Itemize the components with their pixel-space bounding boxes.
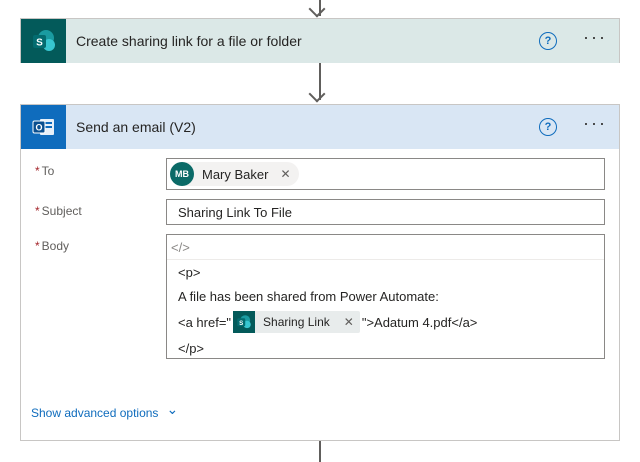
step-send-email: O Send an email (V2) ? ··· * To MB Mary B… bbox=[20, 104, 620, 441]
chevron-down-icon: ⌄ bbox=[166, 401, 179, 417]
remove-token-icon[interactable]: ✕ bbox=[344, 315, 354, 329]
sharepoint-icon: S bbox=[21, 19, 66, 63]
to-label-text: To bbox=[41, 164, 55, 178]
help-icon[interactable]: ? bbox=[539, 32, 558, 50]
token-label: Sharing Link bbox=[263, 315, 330, 329]
arrow-down-icon bbox=[308, 0, 326, 18]
step-header[interactable]: O Send an email (V2) ? ··· bbox=[21, 105, 619, 149]
svg-text:S: S bbox=[36, 38, 43, 49]
more-options-icon[interactable]: ··· bbox=[583, 28, 607, 50]
recipient-token[interactable]: MB Mary Baker ✕ bbox=[170, 162, 299, 186]
body-line: <p> bbox=[178, 265, 201, 280]
advanced-options-label: Show advanced options bbox=[31, 405, 159, 420]
required-mark: * bbox=[35, 164, 40, 178]
required-mark: * bbox=[35, 239, 40, 253]
body-text-segment: <a href=" bbox=[178, 314, 232, 330]
step-title: Create sharing link for a file or folder bbox=[76, 33, 302, 49]
subject-value: Sharing Link To File bbox=[178, 204, 292, 220]
subject-label-text: Subject bbox=[41, 204, 82, 218]
subject-field[interactable]: Sharing Link To File bbox=[166, 199, 605, 225]
sharepoint-icon: S bbox=[233, 311, 256, 333]
body-editor[interactable]: </> <p> A file has been shared from Powe… bbox=[166, 234, 605, 359]
subject-label: * Subject bbox=[35, 204, 82, 218]
body-line: A file has been shared from Power Automa… bbox=[178, 289, 439, 304]
remove-recipient-icon[interactable]: ✕ bbox=[280, 167, 290, 181]
show-advanced-options-link[interactable]: Show advanced options ⌄ bbox=[31, 401, 179, 421]
code-view-icon[interactable]: </> bbox=[171, 240, 190, 255]
avatar: MB bbox=[170, 162, 194, 186]
svg-text:O: O bbox=[35, 123, 42, 133]
help-icon[interactable]: ? bbox=[539, 118, 558, 136]
recipient-name: Mary Baker bbox=[202, 166, 269, 182]
required-mark: * bbox=[35, 204, 40, 218]
body-label: * Body bbox=[35, 239, 69, 253]
to-field[interactable]: MB Mary Baker ✕ bbox=[166, 158, 605, 190]
body-line: </p> bbox=[178, 341, 205, 356]
body-label-text: Body bbox=[41, 239, 70, 253]
dynamic-content-token[interactable]: S Sharing Link ✕ bbox=[233, 311, 360, 333]
step-create-sharing-link[interactable]: S Create sharing link for a file or fold… bbox=[20, 18, 620, 63]
step-header[interactable]: S Create sharing link for a file or fold… bbox=[21, 19, 619, 63]
step-title: Send an email (V2) bbox=[76, 119, 196, 135]
outlook-icon: O bbox=[21, 105, 66, 149]
body-text-segment: ">Adatum 4.pdf</a> bbox=[361, 314, 478, 330]
more-options-icon[interactable]: ··· bbox=[583, 114, 607, 136]
arrow-down-icon bbox=[308, 85, 326, 103]
svg-text:S: S bbox=[239, 320, 243, 327]
editor-toolbar: </> bbox=[167, 235, 604, 260]
connector-bottom bbox=[319, 441, 321, 462]
to-label: * To bbox=[35, 164, 54, 178]
body-line: <a href=" S Sharing Link ✕ ">Adatum 4.pd… bbox=[178, 311, 477, 333]
